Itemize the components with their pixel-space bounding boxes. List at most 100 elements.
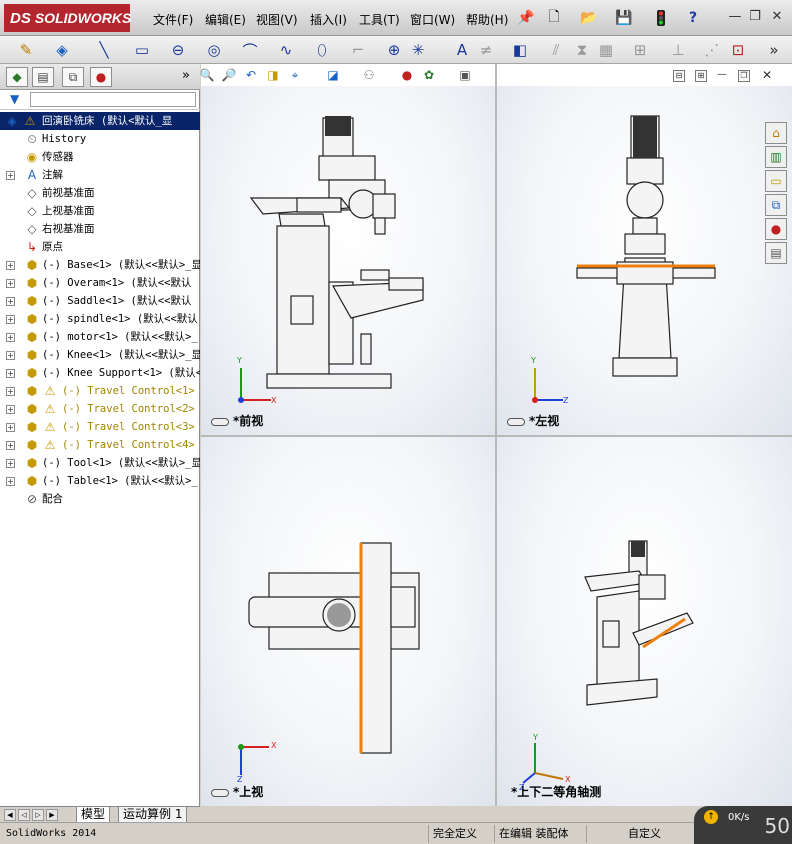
viewport-restore-icon[interactable]: ❐	[738, 70, 750, 82]
tree-item[interactable]: + ⬢ (-) Overam<1> (默认<<默认	[0, 274, 200, 292]
expand-toggle-icon[interactable]: +	[6, 405, 15, 414]
expand-toggle-icon[interactable]: +	[6, 387, 15, 396]
viewport-minimize-icon[interactable]: —	[716, 70, 728, 82]
expand-toggle-icon[interactable]: +	[6, 351, 15, 360]
open-folder-icon[interactable]: 📂	[580, 9, 598, 27]
expand-toggle-icon[interactable]: +	[6, 315, 15, 324]
offset-icon[interactable]: ⫽	[546, 40, 566, 60]
tab-property-manager[interactable]: ▤	[32, 67, 54, 87]
slot-icon[interactable]: ⊖	[168, 40, 188, 60]
view-palette-icon[interactable]: ⧉	[765, 194, 787, 216]
zoom-to-fit-icon[interactable]: 🔍	[199, 67, 215, 83]
arc-icon[interactable]: ⌒	[240, 40, 260, 60]
menu-edit[interactable]: 编辑(E)	[205, 11, 246, 28]
tree-item[interactable]: + ⬢ (-) Table<1> (默认<<默认>_	[0, 472, 200, 490]
quick-snaps-icon[interactable]: ⋰	[702, 40, 722, 60]
tree-item[interactable]: + ⬢ ⚠ (-) Travel Control<4> (	[0, 436, 200, 454]
restore-icon[interactable]: ❐	[747, 9, 763, 25]
tree-item[interactable]: + ⬢ (-) Knee<1> (默认<<默认>_显	[0, 346, 200, 364]
display-style-icon[interactable]: ◪	[325, 67, 341, 83]
menu-tools[interactable]: 工具(T)	[359, 11, 400, 28]
tab-configuration-manager[interactable]: ⧉	[62, 67, 84, 87]
tree-item[interactable]: + ⬢ (-) Saddle<1> (默认<<默认	[0, 292, 200, 310]
viewport-close-icon[interactable]: ✕	[761, 69, 773, 82]
viewport-top[interactable]: X Z *上视	[201, 437, 495, 806]
viewport-link-chain-icon[interactable]	[211, 418, 229, 426]
filter-input[interactable]	[30, 92, 196, 107]
expand-toggle-icon[interactable]: +	[6, 459, 15, 468]
solidworks-logo[interactable]: DS SOLIDWORKS	[4, 4, 131, 32]
file-explorer-icon[interactable]: ▭	[765, 170, 787, 192]
relations-icon[interactable]: ⊥	[668, 40, 688, 60]
help-question-icon[interactable]: ?	[684, 9, 702, 27]
move-entities-icon[interactable]: ⊞	[630, 40, 650, 60]
expand-toggle-icon[interactable]: +	[6, 477, 15, 486]
edit-appearance-icon[interactable]: ●	[399, 67, 415, 83]
tree-item[interactable]: + ⬢ ⚠ (-) Travel Control<1> (	[0, 382, 200, 400]
tree-item[interactable]: + ⬢ (-) Knee Support<1> (默认<	[0, 364, 200, 382]
tab-model[interactable]: 模型	[76, 807, 111, 823]
rectangle-icon[interactable]: ▭	[132, 40, 152, 60]
filter-icon[interactable]: ▼	[10, 92, 19, 106]
viewport-isometric[interactable]: Y X Z *上下二等角轴测	[497, 437, 792, 806]
tab-appearance-manager[interactable]: ●	[90, 67, 112, 87]
menu-window[interactable]: 窗口(W)	[410, 11, 455, 28]
status-units[interactable]: 自定义	[624, 825, 665, 843]
new-document-icon[interactable]: 🗋	[545, 9, 563, 27]
line-icon[interactable]: ╲	[94, 40, 114, 60]
expand-toggle-icon[interactable]: +	[6, 261, 15, 270]
expand-toggle-icon[interactable]: +	[6, 333, 15, 342]
tree-item[interactable]: + ⬢ (-) Tool<1> (默认<<默认>_显	[0, 454, 200, 472]
menu-view[interactable]: 视图(V)	[256, 11, 298, 28]
previous-view-icon[interactable]: ↶	[243, 67, 259, 83]
smart-dimension-icon[interactable]: ◈	[52, 40, 72, 60]
tree-item[interactable]: + ⬢ (-) spindle<1> (默认<<默认	[0, 310, 200, 328]
first-tab-arrow-icon[interactable]: ◀	[4, 809, 16, 821]
tab-motion-study[interactable]: 运动算例 1	[118, 807, 188, 823]
tree-item[interactable]: + ⬢ ⚠ (-) Travel Control<2> (	[0, 400, 200, 418]
viewport-left[interactable]: Y Z *左视	[497, 86, 792, 435]
fillet-icon[interactable]: ⌐	[348, 40, 368, 60]
expand-toggle-icon[interactable]: +	[6, 171, 15, 180]
save-icon[interactable]: 💾	[615, 9, 633, 27]
toolbar-overflow-icon[interactable]: »	[764, 40, 784, 60]
pin-icon[interactable]: 📌	[517, 9, 535, 27]
graphics-area[interactable]: 🔍 🔎 ↶ ◨ ⌖ ◪ ⚇ ● ✿ ▣ ⊟ ⊞ — ❐ ✕ Y X *前视 Y …	[199, 64, 792, 806]
section-view-icon[interactable]: ◨	[265, 67, 281, 83]
sketch-icon[interactable]: ✎	[16, 40, 36, 60]
expand-toggle-icon[interactable]: +	[6, 279, 15, 288]
tree-root-assembly[interactable]: ◈ ⚠ 回演卧铣床 (默认<默认_显	[0, 112, 200, 130]
mirror-icon[interactable]: ⧗	[572, 40, 592, 60]
tree-item[interactable]: + ⬢ ⚠ (-) Travel Control<3> (	[0, 418, 200, 436]
prev-tab-arrow-icon[interactable]: ◁	[18, 809, 30, 821]
point-icon[interactable]: ⊕	[384, 40, 404, 60]
text-icon[interactable]: A	[452, 40, 472, 60]
menu-help[interactable]: 帮助(H)	[466, 11, 508, 28]
hide-show-items-icon[interactable]: ⚇	[361, 67, 377, 83]
viewport-front[interactable]: Y X *前视	[201, 86, 495, 435]
view-orientation-icon[interactable]: ⌖	[287, 67, 303, 83]
rebuild-traffic-light-icon[interactable]	[652, 9, 670, 27]
menu-file[interactable]: 文件(F)	[153, 11, 193, 28]
viewport-link-icon[interactable]: ⊟	[673, 70, 685, 82]
view-settings-icon[interactable]: ▣	[457, 67, 473, 83]
appearances-scenes-icon[interactable]: ●	[765, 218, 787, 240]
tree-item[interactable]: ◇ 上视基准面	[0, 202, 200, 220]
tree-item[interactable]: ↳ 原点	[0, 238, 200, 256]
last-tab-arrow-icon[interactable]: ▶	[46, 809, 58, 821]
next-tab-arrow-icon[interactable]: ▷	[32, 809, 44, 821]
panel-expand-icon[interactable]: »	[182, 68, 190, 83]
expand-toggle-icon[interactable]: +	[6, 297, 15, 306]
tree-item[interactable]: ◉ 传感器	[0, 148, 200, 166]
tree-item[interactable]: + ⬢ (-) motor<1> (默认<<默认>_	[0, 328, 200, 346]
circle-icon[interactable]: ◎	[204, 40, 224, 60]
solidworks-resources-icon[interactable]: ⌂	[765, 122, 787, 144]
ellipse-icon[interactable]: ⬯	[312, 40, 332, 60]
viewport-divider-horizontal[interactable]	[201, 435, 792, 437]
spline-icon[interactable]: ∿	[276, 40, 296, 60]
custom-properties-icon[interactable]: ▤	[765, 242, 787, 264]
tree-item[interactable]: + A 注解	[0, 166, 200, 184]
tree-item[interactable]: ⊘ 配合	[0, 490, 200, 508]
zoom-to-area-icon[interactable]: 🔎	[221, 67, 237, 83]
rapid-sketch-icon[interactable]: ⊡	[728, 40, 748, 60]
